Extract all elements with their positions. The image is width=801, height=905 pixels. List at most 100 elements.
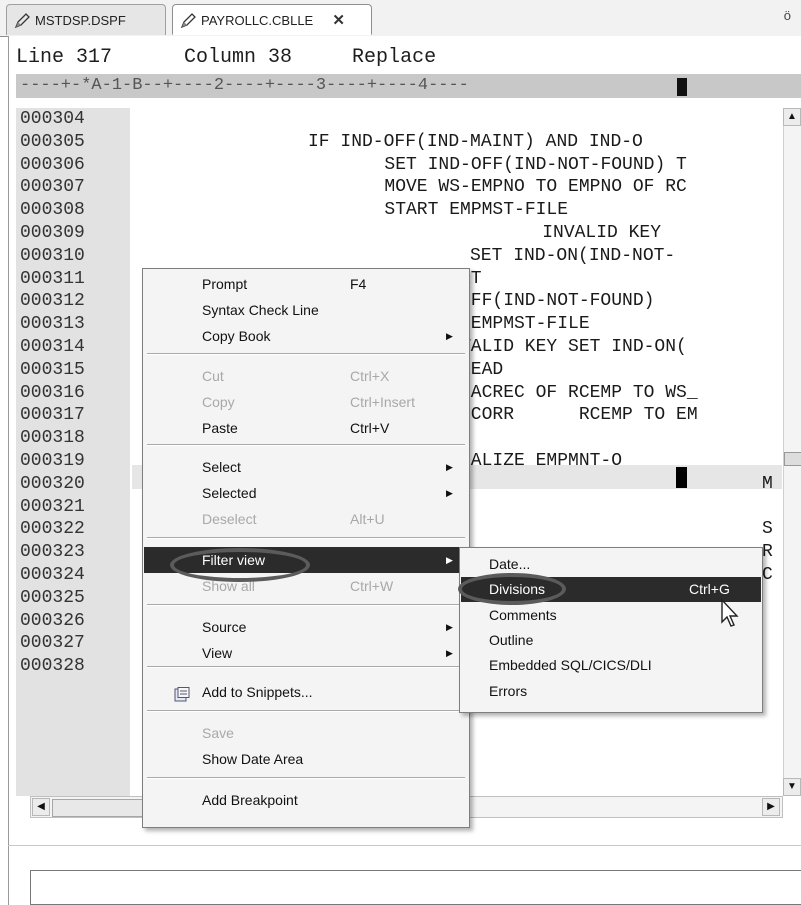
line-number: 000308 [20,200,85,220]
menu-separator [147,777,465,779]
line-number: 000313 [20,314,85,334]
menu-item-label: Show Date Area [202,751,304,767]
submenu-item-embedded-sql-cics-dli[interactable]: Embedded SQL/CICS/DLI [461,653,761,678]
line-number: 000327 [20,633,85,653]
line-number: 000310 [20,246,85,266]
code-line[interactable]: SET IND-ON(IND-NOT- [470,245,675,267]
code-line[interactable]: C [762,564,773,586]
menu-item-paste[interactable]: Paste Ctrl+V [144,415,468,441]
line-number: 000326 [20,611,85,631]
menu-item-label: Prompt [202,276,248,292]
submenu-item-label: Embedded SQL/CICS/DLI [489,657,652,673]
code-line[interactable]: INVALID KEY [445,222,661,244]
menu-item-add-breakpoint[interactable]: Add Breakpoint [144,787,468,813]
menu-separator [147,353,465,355]
menu-item-cut[interactable]: Cut Ctrl+X [144,363,468,389]
line-number: 000311 [20,269,85,289]
editor-status-line: Line 317 Column 38 Replace [16,46,437,69]
scroll-up-button[interactable]: ▲ [783,108,801,126]
menu-separator [147,604,465,606]
restore-icon[interactable]: ö [784,8,791,23]
menu-item-selected[interactable]: Selected ▶ [144,480,468,506]
submenu-arrow-icon: ▶ [446,555,453,565]
scroll-right-button[interactable]: ▶ [762,798,780,816]
code-line[interactable]: IALIZE EMPMNT-O [460,450,622,472]
menu-item-label: Save [202,725,234,741]
snippet-icon [174,684,190,702]
line-number: 000317 [20,405,85,425]
divider [8,845,801,846]
menu-item-shortcut: Ctrl+X [350,368,390,384]
line-number: 000325 [20,588,85,608]
menu-item-shortcut: Ctrl+Insert [350,394,415,410]
menu-item-select[interactable]: Select ▶ [144,454,468,480]
submenu-arrow-icon: ▶ [446,488,453,498]
highlight-ellipse [458,573,566,605]
code-line[interactable]: START EMPMST-FILE [352,199,568,221]
scroll-down-button[interactable]: ▼ [783,778,801,796]
submenu-item-outline[interactable]: Outline [461,628,761,653]
close-icon[interactable]: ✕ [332,5,345,36]
menu-item-label: Selected [202,485,257,501]
menu-item-label: Cut [202,368,224,384]
vertical-scroll-thumb[interactable] [784,452,801,466]
submenu-item-comments[interactable]: Comments [461,603,761,628]
code-line[interactable]: SET IND-OFF(IND-NOT-FOUND) T [352,154,686,176]
line-number: 000309 [20,223,85,243]
code-line[interactable]: R [762,541,773,563]
menu-item-save[interactable]: Save [144,720,468,746]
tab-label: PAYROLLC.CBLLE [201,13,314,28]
line-number: 000312 [20,291,85,311]
menu-item-label: Paste [202,420,238,436]
line-number: 000328 [20,656,85,676]
code-line[interactable]: EMPMST-FILE [460,313,590,335]
menu-item-prompt[interactable]: Prompt F4 [144,271,468,297]
code-line[interactable]: S [762,518,773,540]
menu-item-label: View [202,645,233,661]
menu-item-copy-book[interactable]: Copy Book ▶ [144,323,468,349]
code-line[interactable]: MOVE WS-EMPNO TO EMPNO OF RC [352,176,686,198]
line-number: 000324 [20,565,85,585]
text-cursor [676,467,687,488]
tab-label: MSTDSP.DSPF [35,13,126,28]
menu-item-deselect[interactable]: Deselect Alt+U [144,506,468,532]
menu-item-source[interactable]: Source ▶ [144,614,468,640]
editor-tab-bar: MSTDSP.DSPF PAYROLLC.CBLLE ✕ ö [0,0,801,37]
menu-item-copy[interactable]: Copy Ctrl+Insert [144,389,468,415]
menu-item-show-date-area[interactable]: Show Date Area [144,746,468,772]
menu-item-label: Syntax Check Line [202,302,319,318]
code-line[interactable]: M [762,473,773,495]
menu-item-label: Deselect [202,511,257,527]
menu-separator [147,537,465,539]
tab-payrollc[interactable]: PAYROLLC.CBLLE ✕ [172,4,372,35]
menu-item-syntax-check-line[interactable]: Syntax Check Line [144,297,468,323]
menu-item-shortcut: Alt+U [350,511,385,527]
code-line[interactable]: ACREC OF RCEMP TO WS_ [460,382,698,404]
code-line[interactable]: IF IND-OFF(IND-MAINT) AND IND-O [308,131,643,153]
ruler-text: ----+-*A-1-B--+----2----+----3----+----4… [20,76,469,95]
menu-item-label: Select [202,459,241,475]
line-number: 000318 [20,428,85,448]
code-line[interactable]: VALID KEY SET IND-ON( [460,336,687,358]
menu-item-add-to-snippets[interactable]: Add to Snippets... [144,679,468,705]
submenu-item-label: Comments [489,607,557,623]
pencil-file-icon [180,13,196,29]
menu-item-shortcut: Ctrl+W [350,578,394,594]
tab-mstdsp[interactable]: MSTDSP.DSPF [6,4,166,35]
scroll-left-button[interactable]: ◀ [32,798,50,816]
submenu-arrow-icon: ▶ [446,462,453,472]
submenu-item-errors[interactable]: Errors [461,679,761,704]
command-input-field[interactable] [30,870,801,905]
menu-item-view[interactable]: View ▶ [144,640,468,666]
line-number: 000307 [20,177,85,197]
line-number: 000316 [20,383,85,403]
code-line[interactable]: OFF(IND-NOT-FOUND) [460,290,654,312]
submenu-arrow-icon: ▶ [446,331,453,341]
menu-item-label: Copy [202,394,235,410]
menu-item-shortcut: F4 [350,276,367,292]
line-number: 000315 [20,360,85,380]
line-number: 000323 [20,542,85,562]
menu-item-label: Copy Book [202,328,271,344]
ruler-cursor-marker [677,78,687,96]
code-line[interactable]: CORR RCEMP TO EM [460,404,698,426]
